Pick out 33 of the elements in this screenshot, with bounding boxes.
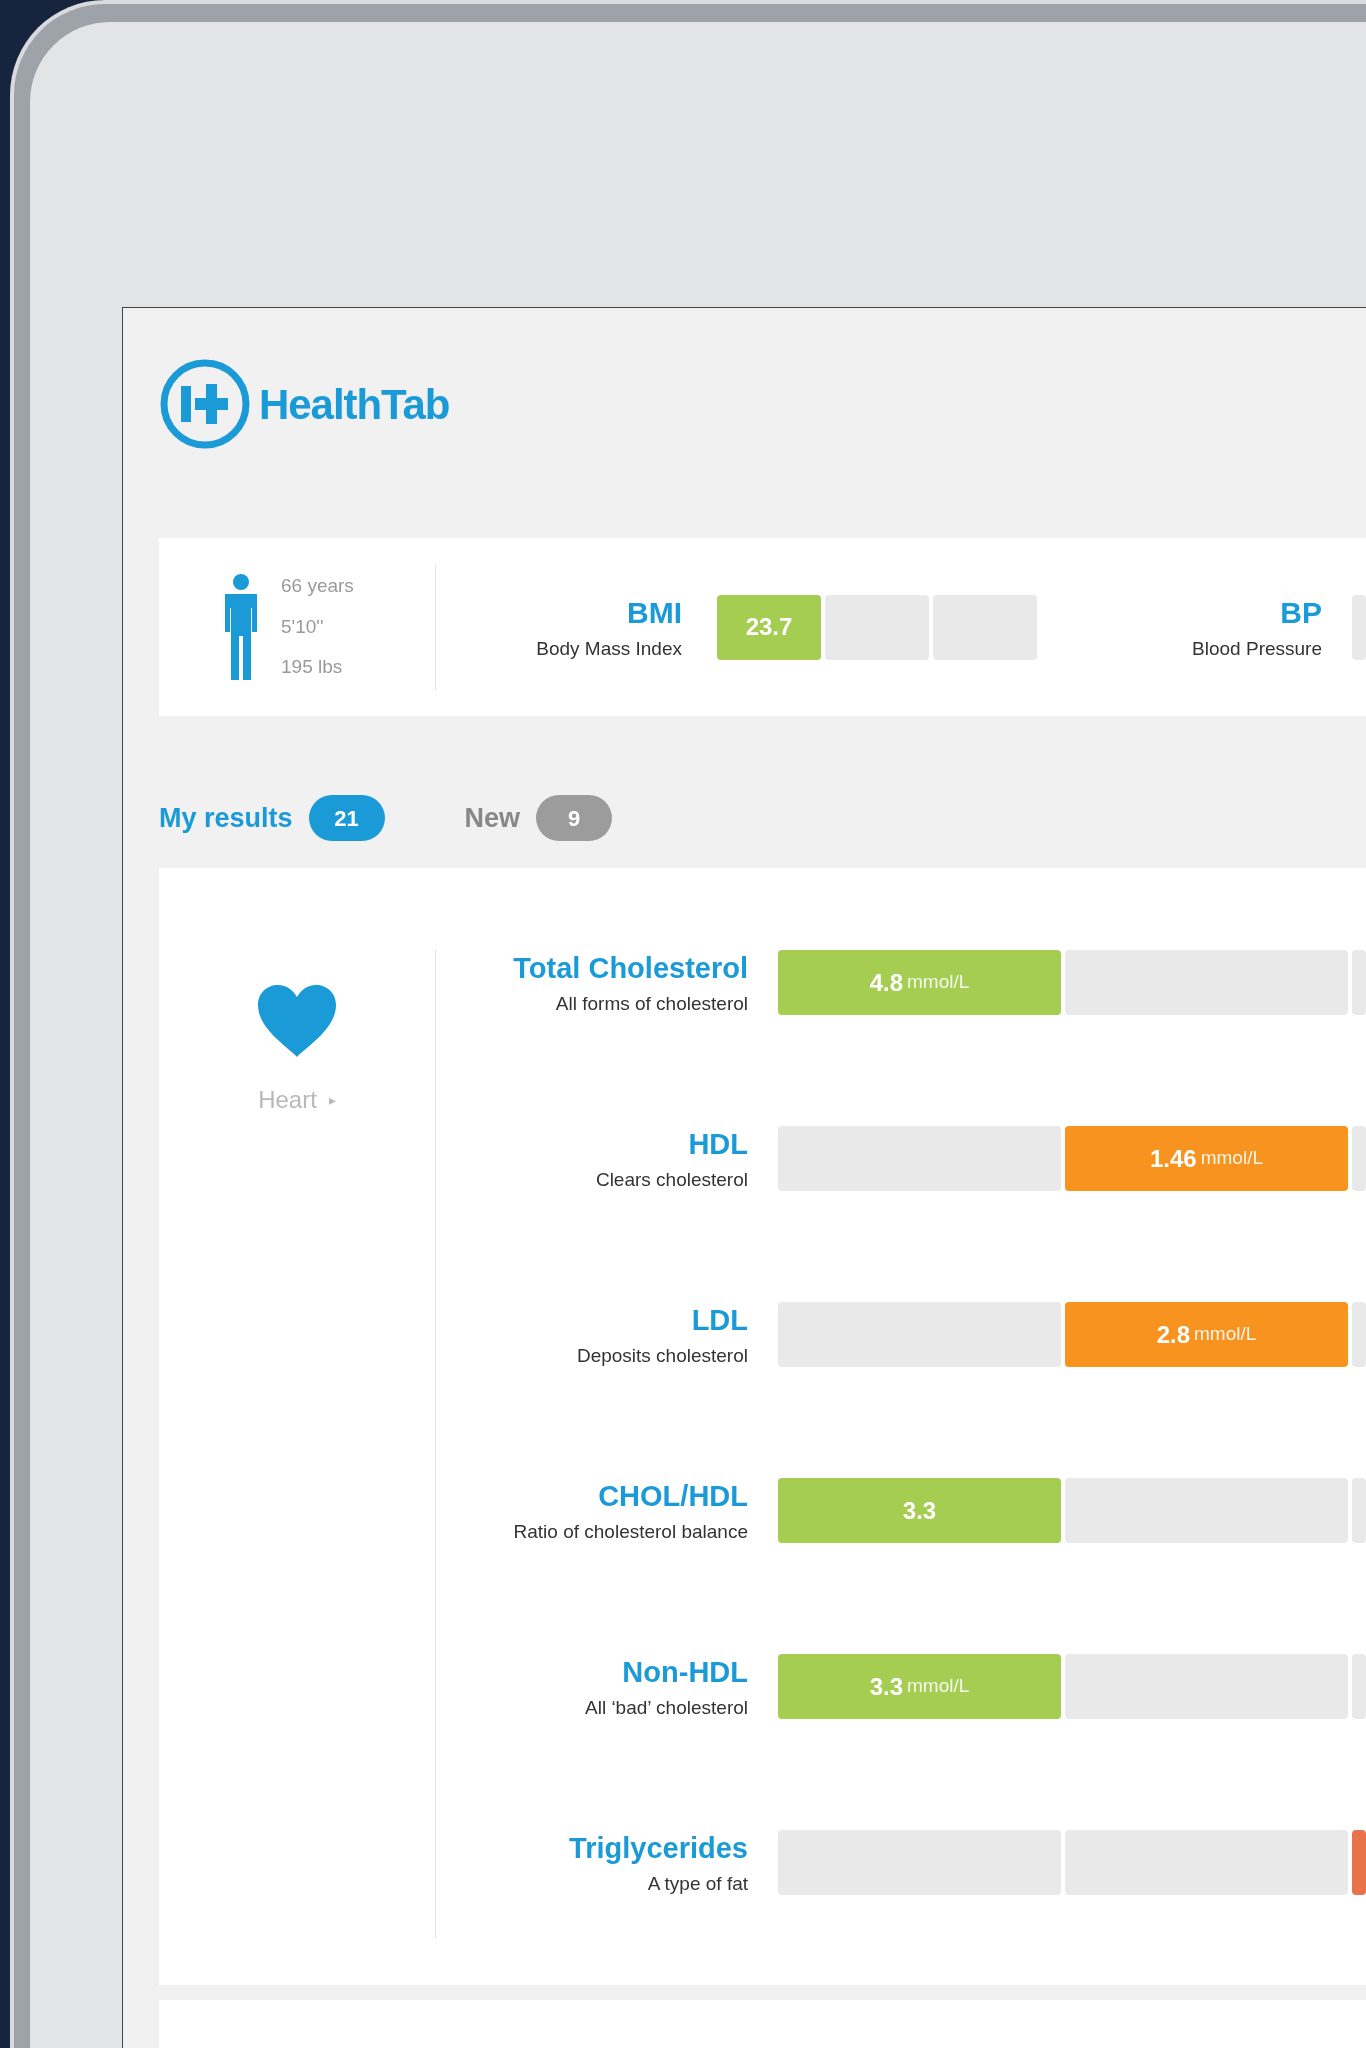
result-subtitle: All forms of cholesterol xyxy=(555,992,748,1016)
result-subtitle: Deposits cholesterol xyxy=(576,1344,748,1368)
metric-title: BMI xyxy=(627,595,682,632)
result-subtitle: Ratio of cholesterol balance xyxy=(513,1520,748,1544)
result-title: CHOL/HDL xyxy=(598,1478,748,1514)
result-title: Triglycerides xyxy=(569,1830,748,1866)
count-badge: 9 xyxy=(536,795,613,841)
logo-icon xyxy=(159,358,251,450)
results-tab[interactable]: My results 21 xyxy=(159,795,385,841)
result-subtitle: A type of fat xyxy=(647,1872,748,1896)
count-badge: 21 xyxy=(308,795,385,841)
result-title: HDL xyxy=(688,1126,748,1162)
metric-subtitle: Blood Pressure xyxy=(1192,637,1322,662)
result-bar: 1.46 mmol/L xyxy=(1065,1126,1348,1191)
result-bar: 23.7 xyxy=(717,594,821,660)
heart-icon xyxy=(258,985,336,1057)
results-tab[interactable]: New 9 xyxy=(464,795,613,841)
result-bar: 4.8 mmol/L xyxy=(778,950,1061,1015)
result-subtitle: Clears cholesterol xyxy=(595,1168,748,1192)
category-link[interactable]: Heart ▸ xyxy=(258,1082,336,1118)
result-title: Total Cholesterol xyxy=(513,950,748,986)
app-logo-text: HealthTab xyxy=(259,379,450,430)
result-bar: 2.8 mmol/L xyxy=(1065,1302,1348,1367)
metric-subtitle: Body Mass Index xyxy=(536,637,682,662)
profile-text: 5'10'' xyxy=(281,614,325,639)
result-subtitle: All ‘bad’ cholesterol xyxy=(585,1696,748,1720)
metric-title: BP xyxy=(1280,595,1322,632)
result-title: LDL xyxy=(691,1302,748,1338)
result-bar: 3.3 mmol/L xyxy=(778,1654,1061,1719)
profile-text: 195 lbs xyxy=(281,655,344,680)
result-title: Non-HDL xyxy=(622,1654,748,1690)
profile-text: 66 years xyxy=(281,574,354,599)
result-bar: 3.3 xyxy=(778,1478,1061,1543)
